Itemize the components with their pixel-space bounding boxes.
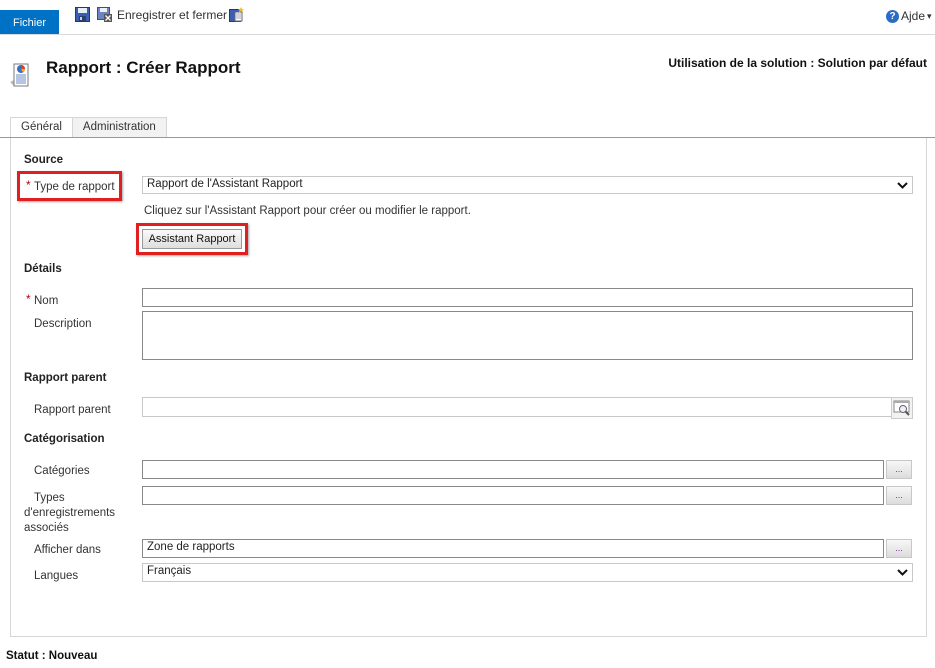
record-types-browse-button[interactable]: ... (886, 486, 912, 505)
parent-report-label: Rapport parent (34, 404, 111, 416)
categories-input[interactable] (142, 460, 884, 479)
report-type-label: * Type de rapport (26, 178, 115, 193)
chevron-down-icon (897, 569, 908, 576)
chevron-down-icon: ▾ (927, 10, 932, 21)
ribbon: Fichier Enregistrer et fermer ? Ajde ▾ (0, 0, 935, 35)
record-types-label-line: Types (34, 492, 65, 504)
description-label: Description (34, 318, 92, 330)
tab-general[interactable]: Général (10, 117, 73, 137)
save-and-close-icon[interactable] (97, 7, 112, 22)
record-types-label-cont: d'enregistrements associés (24, 506, 115, 536)
record-types-label: Types (34, 491, 65, 506)
wizard-hint: Cliquez sur l'Assistant Rapport pour cré… (144, 205, 471, 217)
section-source-heading: Source (24, 154, 63, 166)
help-label: Ajde (901, 9, 926, 23)
save-icon[interactable] (75, 7, 90, 22)
languages-value: Français (147, 565, 192, 577)
required-marker: * (26, 292, 31, 306)
section-categorization-heading: Catégorisation (24, 433, 105, 445)
description-textarea[interactable] (142, 311, 913, 360)
save-and-close-button[interactable]: Enregistrer et fermer (117, 8, 227, 22)
chevron-down-icon (897, 182, 908, 189)
save-and-new-icon[interactable] (229, 7, 244, 22)
help-menu[interactable]: ? Ajde ▾ (886, 9, 932, 23)
display-in-label: Afficher dans (34, 544, 101, 556)
record-types-label-line: d'enregistrements (24, 507, 116, 519)
report-wizard-button[interactable]: Assistant Rapport (142, 229, 242, 249)
required-marker: * (26, 178, 31, 192)
name-label-text: Nom (34, 295, 59, 307)
parent-report-lookup[interactable] (142, 397, 913, 417)
lookup-icon[interactable] (891, 397, 913, 419)
categories-browse-button[interactable]: ... (886, 460, 912, 479)
file-tab[interactable]: Fichier (0, 10, 59, 34)
report-type-value: Rapport de l'Assistant Rapport (147, 178, 303, 190)
record-types-input[interactable] (142, 486, 884, 505)
report-type-select[interactable]: Rapport de l'Assistant Rapport (142, 176, 913, 194)
help-icon: ? (886, 9, 899, 23)
section-parent-heading: Rapport parent (24, 372, 107, 384)
languages-label: Langues (34, 570, 79, 582)
report-icon (10, 63, 29, 87)
record-types-label-line: associés (24, 522, 69, 534)
languages-select[interactable]: Français (142, 563, 913, 582)
section-details-heading: Détails (24, 263, 62, 275)
categories-label: Catégories (34, 465, 90, 477)
name-input[interactable] (142, 288, 913, 307)
tab-administration[interactable]: Administration (72, 117, 167, 137)
report-type-label-text: Type de rapport (34, 181, 115, 193)
page-title: Rapport : Créer Rapport (46, 58, 241, 77)
solution-label: Utilisation de la solution : Solution pa… (668, 56, 927, 70)
display-in-browse-button[interactable]: ... (886, 539, 912, 558)
status-text: Statut : Nouveau (6, 650, 98, 662)
form-tabs: Général Administration (10, 117, 167, 137)
display-in-input[interactable]: Zone de rapports (142, 539, 884, 558)
name-label: * Nom (26, 292, 59, 307)
